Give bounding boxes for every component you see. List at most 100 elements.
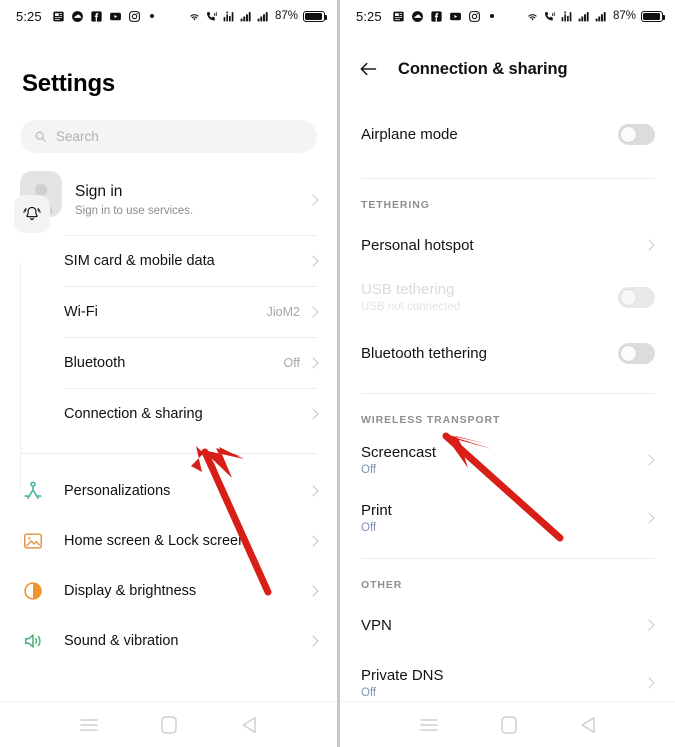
sidebar-item-label: Bluetooth (64, 355, 126, 371)
airplane-mode-toggle[interactable] (618, 123, 655, 145)
status-bar-system-icons: 87% (526, 10, 666, 23)
back-triangle-icon[interactable] (580, 716, 596, 734)
row-control (643, 619, 655, 631)
instagram-icon (468, 10, 481, 23)
row-screencast[interactable]: Screencast Off (340, 434, 675, 486)
search-input[interactable]: Search (20, 120, 317, 153)
sidebar-item-sound-vibration[interactable]: Sound & vibration (0, 616, 337, 666)
row-control (643, 677, 655, 689)
youtube-icon (449, 10, 462, 23)
facebook-icon (90, 10, 103, 23)
row-text: Bluetooth tethering (361, 345, 487, 362)
row-sublabel: Off (361, 464, 377, 476)
signal-bars-sim2-icon (256, 10, 269, 23)
status-bar-notification-icons (52, 10, 154, 23)
left-phone-screen: 5:25 87% Settings Search Sign in Sign in… (0, 0, 337, 747)
chevron-right-icon (307, 255, 319, 267)
navigation-bar-left (0, 701, 337, 747)
right-phone-screen: 5:25 87% Connection & sharing Airplane m… (337, 0, 675, 747)
arrow-left-icon[interactable] (358, 59, 378, 79)
battery-percent-label: 87% (274, 10, 298, 22)
sign-in-title: Sign in (75, 183, 123, 200)
back-triangle-icon[interactable] (241, 716, 257, 734)
sidebar-item-label: SIM card & mobile data (64, 253, 215, 269)
search-icon (34, 130, 47, 143)
sidebar-item-personalizations[interactable]: Personalizations (0, 466, 337, 516)
network-activity-icon (222, 10, 235, 23)
status-bar-clock: 5:25 (16, 8, 42, 24)
card-edge-line (20, 262, 21, 494)
row-print[interactable]: Print Off (340, 492, 675, 544)
chevron-right-icon (307, 585, 319, 597)
signal-bars-sim1-icon (239, 10, 252, 23)
row-vpn[interactable]: VPN (340, 599, 675, 651)
section-heading-tethering: TETHERING (361, 199, 430, 211)
row-airplane-mode[interactable]: Airplane mode (340, 108, 675, 160)
row-text: Airplane mode (361, 126, 458, 143)
row-label: Private DNS (361, 667, 444, 684)
row-text: Personal hotspot (361, 237, 474, 254)
sidebar-item-value: JioM2 (266, 305, 300, 319)
sidebar-item-display-brightness[interactable]: Display & brightness (0, 566, 337, 616)
page-title: Settings (22, 70, 116, 97)
network-activity-icon (560, 10, 573, 23)
sidebar-item-bluetooth[interactable]: Bluetooth Off (0, 338, 337, 388)
row-control (618, 342, 655, 364)
youtube-icon (109, 10, 122, 23)
battery-icon (303, 10, 328, 22)
row-label: VPN (361, 616, 392, 634)
row-sublabel: USB not connected (361, 301, 461, 313)
page-title: Connection & sharing (398, 59, 568, 78)
row-label: Screencast (361, 444, 437, 461)
sidebar-item-label: Display & brightness (64, 583, 197, 599)
signal-bars-sim2-icon (594, 10, 607, 23)
row-usb-tethering: USB tethering USB not connected (340, 271, 675, 323)
chevron-right-icon (307, 635, 319, 647)
chevron-right-icon (643, 239, 655, 251)
sidebar-item-label: Connection & sharing (64, 406, 203, 422)
row-label: Print (361, 502, 392, 519)
sidebar-item-sim-card[interactable]: SIM card & mobile data (0, 236, 337, 286)
row-bluetooth-tethering[interactable]: Bluetooth tethering (340, 327, 675, 379)
row-control (643, 454, 655, 466)
recents-menu-icon[interactable] (419, 718, 438, 732)
sidebar-item-home-lock-screen[interactable]: Home screen & Lock screen (0, 516, 337, 566)
bluetooth-tethering-toggle[interactable] (618, 342, 655, 364)
status-bar-clock: 5:25 (356, 8, 382, 24)
vowifi-call-icon (543, 10, 556, 23)
home-square-icon[interactable] (161, 715, 178, 734)
news-app-icon (52, 10, 65, 23)
chevron-right-icon (307, 194, 319, 206)
chevron-right-icon (307, 485, 319, 497)
sidebar-item-label: Wi-Fi (64, 304, 98, 320)
recents-menu-icon[interactable] (80, 718, 98, 732)
cloud-app-icon (411, 10, 424, 23)
signal-bars-sim1-icon (577, 10, 590, 23)
chevron-right-icon (307, 357, 319, 369)
row-text: Print Off (361, 502, 392, 534)
status-bar-system-icons: 87% (188, 10, 328, 23)
section-heading-other: OTHER (361, 579, 403, 591)
brightness-half-circle-icon (22, 580, 44, 602)
row-text: Screencast Off (361, 444, 436, 476)
chevron-right-icon (307, 535, 319, 547)
status-bar-right: 5:25 87% (340, 0, 675, 32)
battery-icon (641, 10, 666, 22)
row-control (618, 286, 655, 308)
overflow-dot-icon (149, 14, 154, 18)
sign-in-subtitle: Sign in to use services. (75, 205, 194, 217)
wifi-icon (188, 10, 201, 23)
facebook-icon (430, 10, 443, 23)
sign-in-text: Sign in Sign in to use services. (75, 183, 193, 217)
sign-in-row[interactable]: Sign in Sign in to use services. (14, 169, 319, 233)
home-square-icon[interactable] (500, 715, 517, 734)
vowifi-call-icon (205, 10, 218, 23)
chevron-right-icon (643, 454, 655, 466)
row-control (618, 123, 655, 145)
sidebar-item-wifi[interactable]: Wi-Fi JioM2 (0, 287, 337, 337)
chevron-right-icon (643, 619, 655, 631)
sidebar-item-label: Personalizations (64, 483, 171, 499)
sidebar-item-connection-sharing[interactable]: Connection & sharing (0, 389, 337, 439)
row-text: VPN (361, 617, 392, 634)
row-personal-hotspot[interactable]: Personal hotspot (340, 219, 675, 271)
